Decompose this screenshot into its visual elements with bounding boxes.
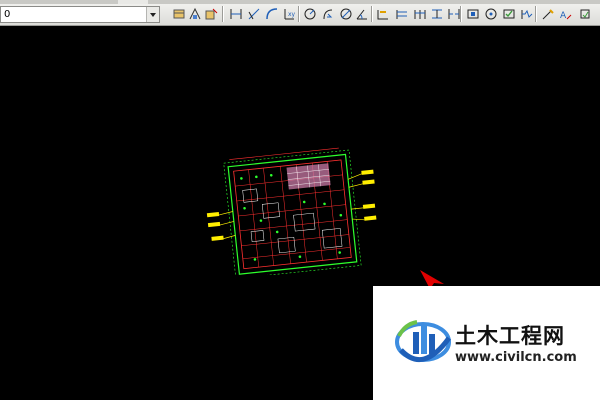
svg-text:xy: xy	[288, 11, 296, 18]
ordinate-dimension-icon[interactable]: xy	[282, 7, 296, 21]
layer-dropdown[interactable]: 0	[0, 6, 160, 23]
jogged-radius-icon[interactable]	[321, 7, 335, 21]
jogged-linear-icon[interactable]	[520, 7, 534, 21]
civilcn-logo-icon	[395, 320, 452, 362]
dimension-update-icon[interactable]	[578, 7, 592, 21]
toolbar-separator	[535, 6, 537, 22]
toolbar-separator	[222, 6, 224, 22]
arc-length-icon[interactable]	[265, 7, 279, 21]
watermark: 土木工程网 www.civilcn.com	[373, 286, 600, 400]
dimension-edit-icon[interactable]	[541, 7, 555, 21]
quick-dimension-icon[interactable]	[376, 7, 390, 21]
toolbar-separator	[460, 6, 462, 22]
toolbar-separator	[298, 6, 300, 22]
dimension-space-icon[interactable]	[430, 7, 444, 21]
cad-floor-plan[interactable]	[205, 145, 385, 275]
baseline-dimension-icon[interactable]	[395, 7, 409, 21]
dimension-break-icon[interactable]	[447, 7, 461, 21]
angular-dimension-icon[interactable]	[355, 7, 369, 21]
dimension-text-edit-icon[interactable]: A	[559, 7, 573, 21]
linear-dimension-icon[interactable]	[229, 7, 243, 21]
layer-previous-icon[interactable]	[204, 7, 218, 21]
layer-dropdown-value: 0	[4, 9, 11, 20]
radius-dimension-icon[interactable]	[303, 7, 317, 21]
aligned-dimension-icon[interactable]	[247, 7, 261, 21]
diameter-dimension-icon[interactable]	[339, 7, 353, 21]
layer-state-icon[interactable]	[172, 7, 186, 21]
center-mark-icon[interactable]	[484, 7, 498, 21]
svg-text:A: A	[560, 11, 567, 21]
toolbar-scrollbar[interactable]	[0, 0, 600, 4]
watermark-url: www.civilcn.com	[455, 350, 577, 365]
toolbar-separator	[371, 6, 373, 22]
match-properties-icon[interactable]	[188, 7, 202, 21]
watermark-title: 土木工程网	[455, 324, 565, 348]
chevron-down-icon[interactable]	[146, 7, 159, 22]
cad-toolbar: 0 xy A	[0, 0, 600, 26]
tolerance-icon[interactable]	[466, 7, 480, 21]
inspect-icon[interactable]	[502, 7, 516, 21]
continue-dimension-icon[interactable]	[413, 7, 427, 21]
